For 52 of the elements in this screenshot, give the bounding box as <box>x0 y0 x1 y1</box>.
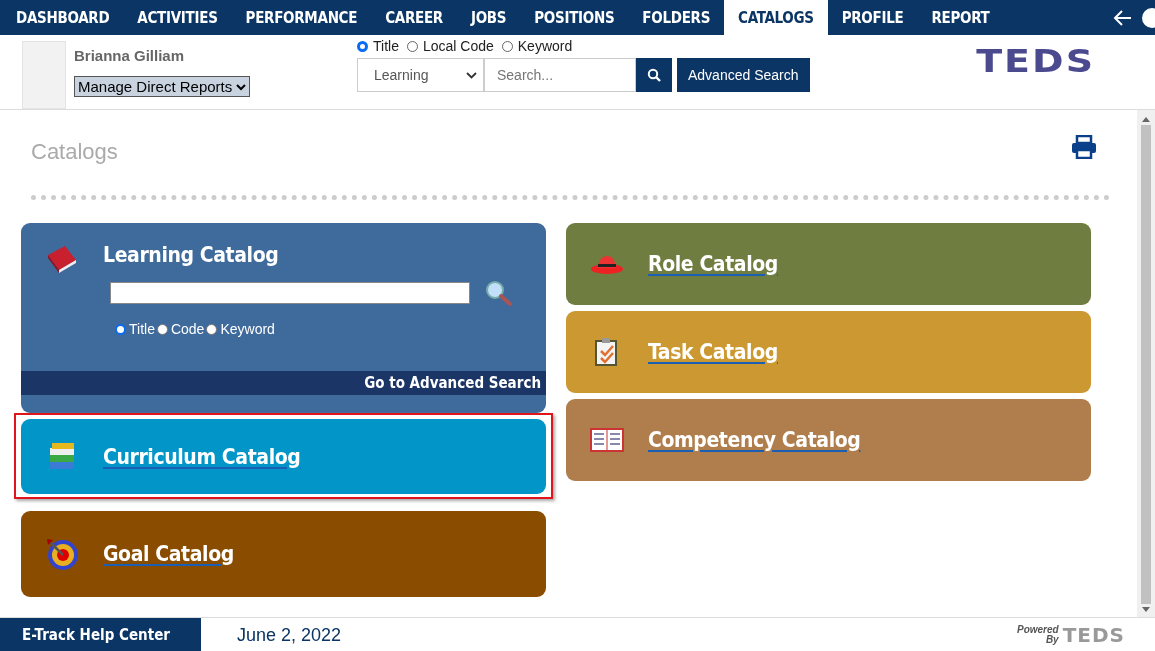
search-field[interactable]: Search... <box>484 58 636 92</box>
help-center-link[interactable]: E-Track Help Center <box>0 618 201 651</box>
caret-icon <box>466 71 477 79</box>
nav-tab[interactable]: ACTIVITIES <box>123 0 232 35</box>
nav-tab[interactable]: PERFORMANCE <box>231 0 372 35</box>
search-icon <box>647 68 661 82</box>
nav-tab[interactable]: PROFILE <box>827 0 918 35</box>
nav-tab[interactable]: FOLDERS <box>628 0 725 35</box>
nav-tab[interactable]: CATALOGS <box>724 0 828 35</box>
powered-by-label: Powered By <box>1016 625 1059 645</box>
print-icon[interactable] <box>1071 135 1097 159</box>
catalog-mode-radio[interactable]: Keyword <box>206 321 275 337</box>
open-book-grid-icon <box>590 427 624 453</box>
nav-tab[interactable]: DASHBOARD <box>2 0 124 35</box>
nav-tab[interactable]: JOBS <box>456 0 521 35</box>
catalog-link[interactable]: Competency Catalog <box>648 428 861 452</box>
catalog-link[interactable]: Goal Catalog <box>103 542 234 566</box>
book-stack-icon <box>47 441 77 472</box>
nav-tab[interactable]: REPORT <box>917 0 1004 35</box>
search-mode-radio[interactable]: Keyword <box>501 38 573 54</box>
teds-logo: TEDS <box>976 42 1095 80</box>
help-icon[interactable] <box>1141 6 1155 29</box>
catalog-search-field[interactable] <box>110 282 470 304</box>
target-icon <box>45 537 79 571</box>
scrollbar-thumb[interactable] <box>1141 125 1151 604</box>
page-title: Catalogs <box>31 139 118 165</box>
search-mode-radio[interactable]: Title <box>357 38 399 54</box>
scroll-down-icon[interactable] <box>1142 607 1150 613</box>
book-icon <box>45 243 79 273</box>
direct-reports-dropdown[interactable]: Manage Direct Reports <box>74 76 251 97</box>
magnifier-icon[interactable] <box>484 279 514 307</box>
nav-tab[interactable]: CAREER <box>371 0 457 35</box>
catalog-card[interactable]: Goal Catalog <box>21 511 546 597</box>
catalog-card[interactable]: Competency Catalog <box>566 399 1091 481</box>
catalog-mode-radio[interactable]: Title <box>115 321 155 337</box>
catalog-card[interactable]: Role Catalog <box>566 223 1091 305</box>
user-name: Brianna Gilliam <box>74 47 186 64</box>
catalog-mode-radio[interactable]: Code <box>156 321 205 337</box>
nav-tab[interactable]: POSITIONS <box>520 0 629 35</box>
catalog-card[interactable]: Learning Catalog Title Code Keyword Go to Advanced Search <box>21 223 546 413</box>
category-select[interactable]: Learning <box>357 58 484 92</box>
search-mode-radio[interactable]: Local Code <box>406 38 494 54</box>
catalog-title: Learning Catalog <box>103 243 280 267</box>
caret-icon <box>236 82 247 91</box>
current-date: June 2, 2022 <box>237 624 342 646</box>
catalog-link[interactable]: Role Catalog <box>648 252 778 276</box>
teds-footer-logo: TEDS <box>1062 623 1125 647</box>
search-button[interactable] <box>636 58 672 92</box>
advanced-search-button[interactable]: Advanced Search <box>677 58 810 92</box>
back-arrow-icon[interactable] <box>1113 8 1133 27</box>
scroll-up-icon[interactable] <box>1142 116 1150 122</box>
hat-icon <box>590 253 624 275</box>
